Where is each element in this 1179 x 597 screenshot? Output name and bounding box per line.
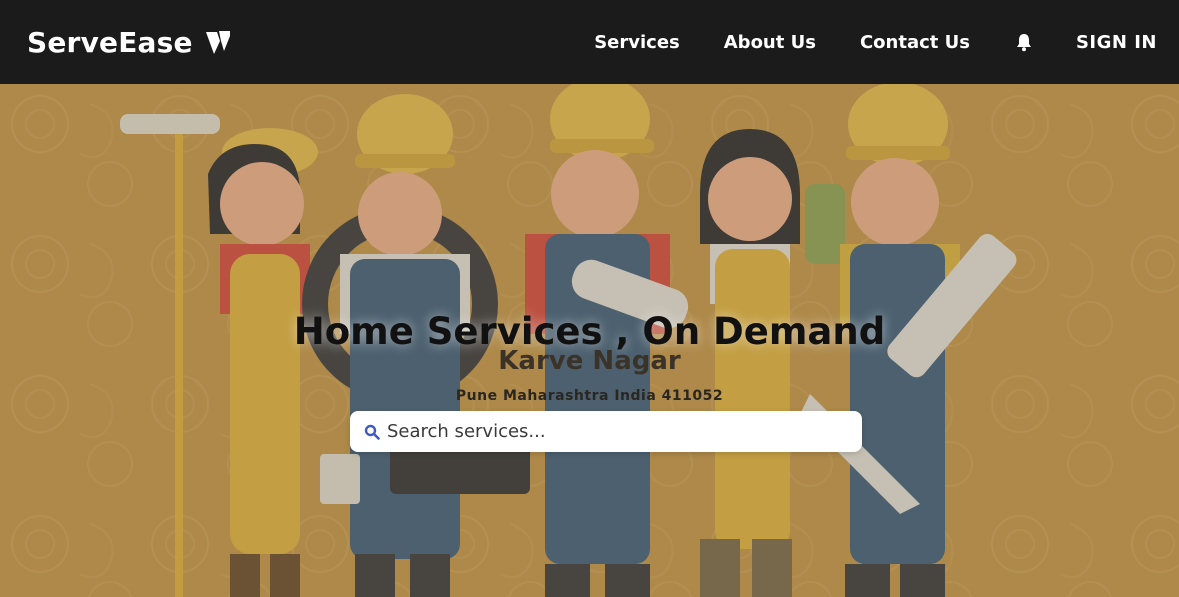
nav-link-contact-us[interactable]: Contact Us	[860, 32, 970, 53]
brand-name: ServeEase	[27, 25, 193, 59]
bell-icon[interactable]	[1014, 32, 1034, 52]
search-input[interactable]	[387, 421, 848, 442]
brand-logo-icon	[205, 31, 230, 54]
hero-section: Home Services , On Demand Karve Nagar Pu…	[0, 84, 1179, 597]
sign-in-button[interactable]: SIGN IN	[1076, 32, 1157, 53]
hero-locality: Karve Nagar	[498, 346, 681, 376]
nav-links: Services About Us Contact Us SIGN IN	[550, 32, 1157, 53]
nav-link-services[interactable]: Services	[594, 32, 680, 53]
search-icon	[364, 424, 380, 440]
navbar: ServeEase Services About Us Contact Us S…	[0, 0, 1179, 84]
hero-address: Pune Maharashtra India 411052	[455, 388, 724, 404]
brand-logo[interactable]: ServeEase	[27, 26, 233, 59]
search-box[interactable]	[350, 411, 862, 452]
nav-link-about-us[interactable]: About Us	[724, 32, 816, 53]
